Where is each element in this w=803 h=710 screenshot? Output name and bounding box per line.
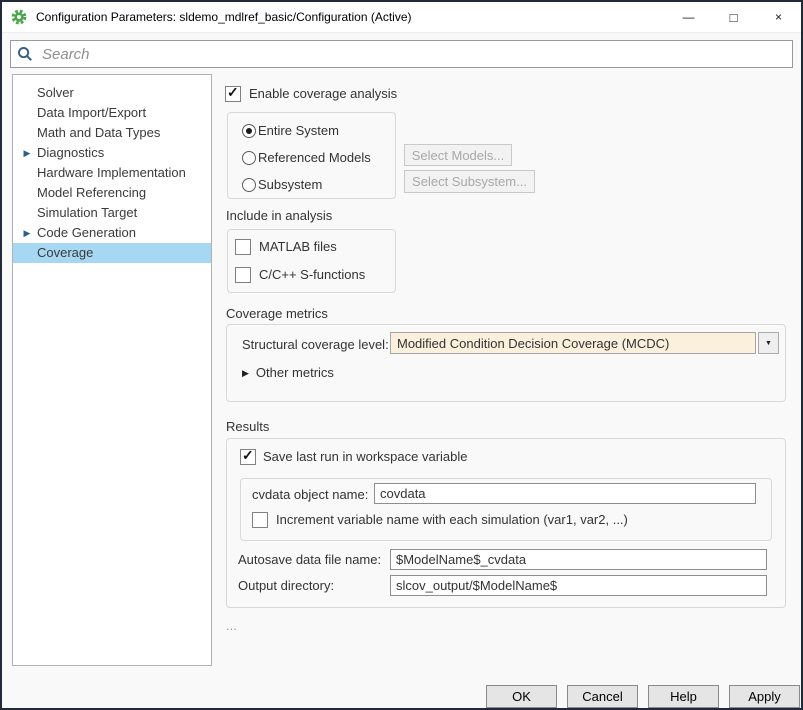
radio-referenced-models[interactable] [242, 151, 256, 165]
sidebar-item-label: Hardware Implementation [37, 165, 186, 180]
minimize-icon: — [683, 11, 695, 23]
maximize-icon: □ [730, 11, 738, 24]
ok-button[interactable]: OK [486, 685, 557, 708]
include-analysis-title: Include in analysis [226, 208, 332, 223]
sidebar-item-label: Data Import/Export [37, 105, 146, 120]
structural-coverage-label: Structural coverage level: [242, 337, 389, 352]
titlebar: Configuration Parameters: sldemo_mdlref_… [2, 2, 801, 33]
sidebar-item-hardware-implementation[interactable]: Hardware Implementation [13, 163, 211, 183]
sidebar-item-label: Simulation Target [37, 205, 137, 220]
help-button[interactable]: Help [648, 685, 719, 708]
output-directory-label: Output directory: [238, 578, 334, 593]
check-icon: ✓ [242, 447, 254, 464]
cvdata-name-input[interactable] [374, 483, 756, 504]
increment-variable-label: Increment variable name with each simula… [276, 512, 628, 527]
search-row [2, 33, 801, 72]
dropdown-arrow-icon: ▼ [765, 340, 772, 347]
check-icon: ✓ [227, 84, 239, 101]
sidebar-item-coverage[interactable]: Coverage [13, 243, 211, 263]
close-icon: × [775, 11, 782, 23]
matlab-files-label: MATLAB files [259, 239, 337, 254]
coverage-metrics-title: Coverage metrics [226, 306, 328, 321]
sidebar-item-label: Coverage [37, 245, 93, 260]
other-metrics-expander[interactable]: ▶ Other metrics [242, 365, 334, 380]
maximize-button[interactable]: □ [711, 2, 756, 32]
minimize-button[interactable]: — [666, 2, 711, 32]
matlab-files-checkbox[interactable] [235, 239, 251, 255]
sidebar-item-label: Diagnostics [37, 145, 104, 160]
sidebar-item-diagnostics[interactable]: ▶ Diagnostics [13, 143, 211, 163]
app-icon [11, 9, 27, 25]
expander-arrow-icon: ▶ [242, 368, 249, 378]
sidebar-item-simulation-target[interactable]: Simulation Target [13, 203, 211, 223]
c-cpp-s-functions-label: C/C++ S-functions [259, 267, 365, 282]
autosave-filename-label: Autosave data file name: [238, 552, 381, 567]
sidebar-item-data-import-export[interactable]: Data Import/Export [13, 103, 211, 123]
window-title: Configuration Parameters: sldemo_mdlref_… [36, 10, 412, 24]
sidebar-item-label: Model Referencing [37, 185, 146, 200]
save-last-run-checkbox[interactable]: ✓ [240, 449, 256, 465]
enable-coverage-checkbox[interactable]: ✓ [225, 86, 241, 102]
sidebar-item-label: Solver [37, 85, 74, 100]
enable-coverage-label: Enable coverage analysis [249, 86, 397, 101]
increment-variable-checkbox[interactable] [252, 512, 268, 528]
sidebar: Solver Data Import/Export Math and Data … [12, 74, 212, 666]
ellipsis-text: ... [226, 618, 237, 633]
c-cpp-s-functions-checkbox[interactable] [235, 267, 251, 283]
autosave-filename-input[interactable] [390, 549, 767, 570]
radio-entire-system[interactable] [242, 124, 256, 138]
sidebar-item-code-generation[interactable]: ▶ Code Generation [13, 223, 211, 243]
radio-subsystem[interactable] [242, 178, 256, 192]
sidebar-item-label: Math and Data Types [37, 125, 160, 140]
window-controls: — □ × [666, 2, 801, 32]
structural-coverage-dropdown-button[interactable]: ▼ [758, 332, 779, 354]
sidebar-item-label: Code Generation [37, 225, 136, 240]
cvdata-name-label: cvdata object name: [252, 487, 368, 502]
select-models-button[interactable]: Select Models... [404, 144, 512, 166]
output-directory-input[interactable] [390, 575, 767, 596]
other-metrics-label: Other metrics [256, 365, 334, 380]
radio-referenced-models-label: Referenced Models [258, 150, 371, 165]
results-title: Results [226, 419, 269, 434]
save-last-run-label: Save last run in workspace variable [263, 449, 468, 464]
sidebar-item-math-and-data-types[interactable]: Math and Data Types [13, 123, 211, 143]
sidebar-item-model-referencing[interactable]: Model Referencing [13, 183, 211, 203]
radio-subsystem-label: Subsystem [258, 177, 322, 192]
configuration-parameters-dialog: Configuration Parameters: sldemo_mdlref_… [0, 0, 803, 710]
search-bar [10, 40, 793, 68]
close-button[interactable]: × [756, 2, 801, 32]
structural-coverage-select[interactable]: Modified Condition Decision Coverage (MC… [390, 332, 756, 354]
select-subsystem-button[interactable]: Select Subsystem... [404, 170, 535, 193]
apply-button[interactable]: Apply [729, 685, 800, 708]
cancel-button[interactable]: Cancel [567, 685, 638, 708]
search-input[interactable] [40, 45, 786, 64]
sidebar-item-solver[interactable]: Solver [13, 83, 211, 103]
radio-entire-system-label: Entire System [258, 123, 339, 138]
tree-expand-icon[interactable]: ▶ [20, 223, 34, 243]
search-icon [17, 46, 33, 62]
tree-expand-icon[interactable]: ▶ [20, 143, 34, 163]
